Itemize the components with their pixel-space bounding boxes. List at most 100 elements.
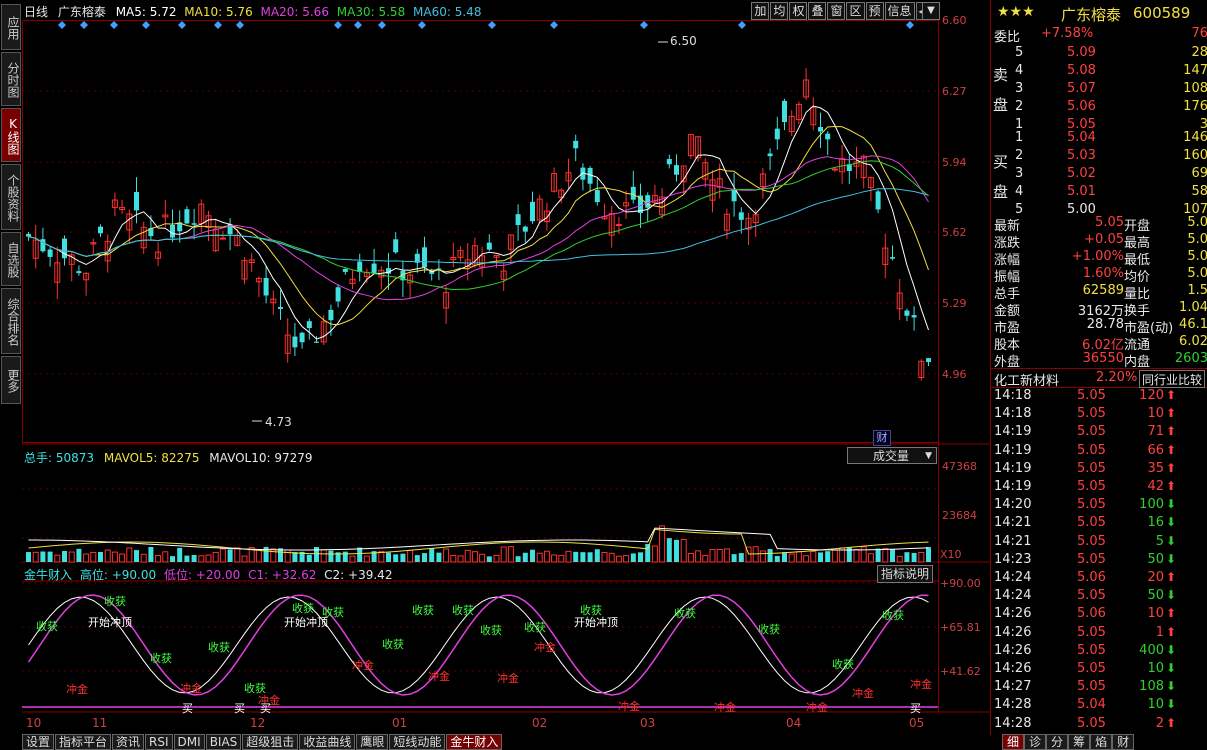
tick-volume: 5 [1155, 533, 1164, 549]
toolbar-window-button[interactable]: 窗 [827, 2, 846, 20]
sidebar-item-ranking[interactable]: 综合排名 [1, 288, 21, 354]
volume-bar [630, 553, 636, 562]
volume-bar [320, 549, 327, 563]
tab-finance[interactable]: 财 [1112, 734, 1135, 750]
tab-news[interactable]: 资讯 [112, 734, 145, 750]
sidebar-item-apps[interactable]: 应用 [1, 4, 21, 50]
signal-diamond [488, 21, 496, 29]
tab-eagle-eye[interactable]: 鹰眼 [356, 734, 389, 750]
bid-row: 4 5.01 58 [991, 184, 1207, 202]
volume-bar [255, 549, 262, 563]
volume-bar [32, 551, 39, 563]
industry-compare-button[interactable]: 同行业比较 [1139, 370, 1206, 388]
tab-diagnose[interactable]: 诊 [1024, 734, 1047, 750]
toolbar-forecast-button[interactable]: 预 [865, 2, 884, 20]
arrow-up-icon: ⬆ [1166, 388, 1177, 402]
tab-dmi[interactable]: DMI [173, 734, 205, 750]
tick-volume: 10 [1147, 406, 1164, 422]
harvest-label: 收获 [674, 606, 696, 620]
tick-row: 14:19 5.05 71 ⬆ [991, 424, 1207, 442]
stat-value: +1.00% [1071, 249, 1124, 264]
level-num: 4 [1015, 63, 1024, 78]
ask-volume: 108 [1183, 81, 1207, 96]
price-tick: 6.27 [942, 85, 967, 98]
tab-short-momentum[interactable]: 短线动能 [389, 734, 446, 750]
volume-bar [651, 545, 658, 563]
tick-time: 14:18 [994, 406, 1032, 422]
tab-settings[interactable]: 设置 [22, 734, 55, 750]
volume-bar [594, 549, 600, 562]
sidebar-item-more[interactable]: 更多 [1, 356, 21, 404]
candle-body [522, 226, 528, 232]
volume-bar [363, 555, 370, 563]
bottom-tab-bar: 设置 指标平台 资讯 RSI DMI BIAS 超级狙击 收益曲线 鹰眼 短线动… [22, 734, 503, 750]
tab-minute[interactable]: 分 [1046, 734, 1069, 750]
chong-label: 冲金 [714, 700, 736, 714]
toolbar-add-button[interactable]: 加 [751, 2, 770, 20]
signal-diamond [236, 21, 244, 29]
arrow-down-icon: ⬇ [1166, 551, 1177, 566]
ma10-label: MA10: 5.76 [184, 5, 253, 19]
tick-volume: 120 [1139, 388, 1164, 403]
candle-body [357, 261, 363, 272]
tab-chips[interactable]: 筹 [1068, 734, 1091, 750]
indicator-help-button[interactable]: 指标说明 [877, 565, 934, 583]
sidebar-item-stock-info[interactable]: 个股资料 [1, 164, 21, 230]
sidebar-item-watchlist[interactable]: 自选股 [1, 232, 21, 286]
industry-name[interactable]: 化工新材料 [994, 370, 1059, 389]
volume-selector[interactable]: 成交量 ▼ [847, 447, 937, 464]
tab-detail[interactable]: 细 [1002, 734, 1025, 750]
x-tick: 01 [392, 716, 408, 730]
candle-body [191, 223, 197, 225]
toolbar-rights-button[interactable]: 权 [789, 2, 808, 20]
volume-bar [904, 552, 910, 562]
tab-rsi[interactable]: RSI [145, 734, 173, 750]
tick-time: 14:27 [994, 679, 1032, 695]
sidebar-item-kline[interactable]: K线图 [1, 108, 21, 162]
volume-bar [111, 551, 118, 563]
candle-body [615, 224, 622, 227]
arrow-down-icon: ⬇ [1166, 697, 1177, 712]
toolbar-info-button[interactable]: 信息 [884, 2, 915, 20]
indicator-tick: +41.62 [940, 665, 981, 678]
candle-body [299, 332, 305, 343]
tab-super-sniper[interactable]: 超级狙击 [242, 734, 299, 750]
toolbar-avg-button[interactable]: 均 [770, 2, 789, 20]
tab-profit-curve[interactable]: 收益曲线 [299, 734, 356, 750]
tick-time: 14:21 [994, 533, 1032, 549]
volume-bar [407, 549, 414, 563]
sidebar-item-timeshare[interactable]: 分时图 [1, 52, 21, 106]
finance-badge[interactable]: 财 [873, 430, 891, 446]
volume-bar [40, 551, 46, 562]
stat-value: 6.02 [1179, 334, 1207, 349]
industry-pct: 2.20% [1096, 370, 1138, 385]
ask-price: 5.06 [1067, 99, 1096, 114]
level-num: 2 [1015, 99, 1024, 114]
stat-value: +0.05 [1084, 232, 1124, 247]
ask-row: 4 5.08 147 [991, 63, 1207, 81]
stat-value: 28.78 [1086, 317, 1124, 332]
volume-header: 总手: 50873 MAVOL5: 82275 MAVOL10: 97279 [24, 449, 313, 466]
tick-row: 14:21 5.05 5 ⬇ [991, 534, 1207, 552]
tick-row: 14:26 5.05 10 ⬇ [991, 661, 1207, 679]
candle-body [666, 159, 672, 165]
tab-flame[interactable]: 焰 [1090, 734, 1113, 750]
volume-bar [752, 546, 759, 563]
indicator-low: 低位: +20.00 [163, 568, 241, 582]
tab-indicator-platform[interactable]: 指标平台 [55, 734, 112, 750]
tab-golden-bull[interactable]: 金牛财入 [446, 734, 503, 750]
toolbar-overlay-button[interactable]: 叠 [808, 2, 827, 20]
volume-bar [522, 552, 528, 562]
stat-value: 1.5 [1187, 283, 1207, 298]
indicator-c2: C2: +39.42 [324, 568, 393, 582]
tab-bias[interactable]: BIAS [205, 734, 242, 750]
kline-chart-svg[interactable]: 收获收获收获收获收获收获 收获收获收获 收获收获 收获收获 收获收获收获收获开始冲顶 开始… [22, 0, 990, 735]
candle-body [219, 237, 226, 240]
volume-bar [716, 548, 723, 563]
volume-bar [306, 554, 312, 562]
chong-label: 冲金 [66, 682, 88, 696]
ask-row: 3 5.07 108 [991, 81, 1207, 99]
chevron-down-icon[interactable]: ▼ [922, 2, 940, 20]
quote-stock-name: 广东榕泰 [1061, 6, 1122, 24]
toolbar-range-button[interactable]: 区 [846, 2, 865, 20]
